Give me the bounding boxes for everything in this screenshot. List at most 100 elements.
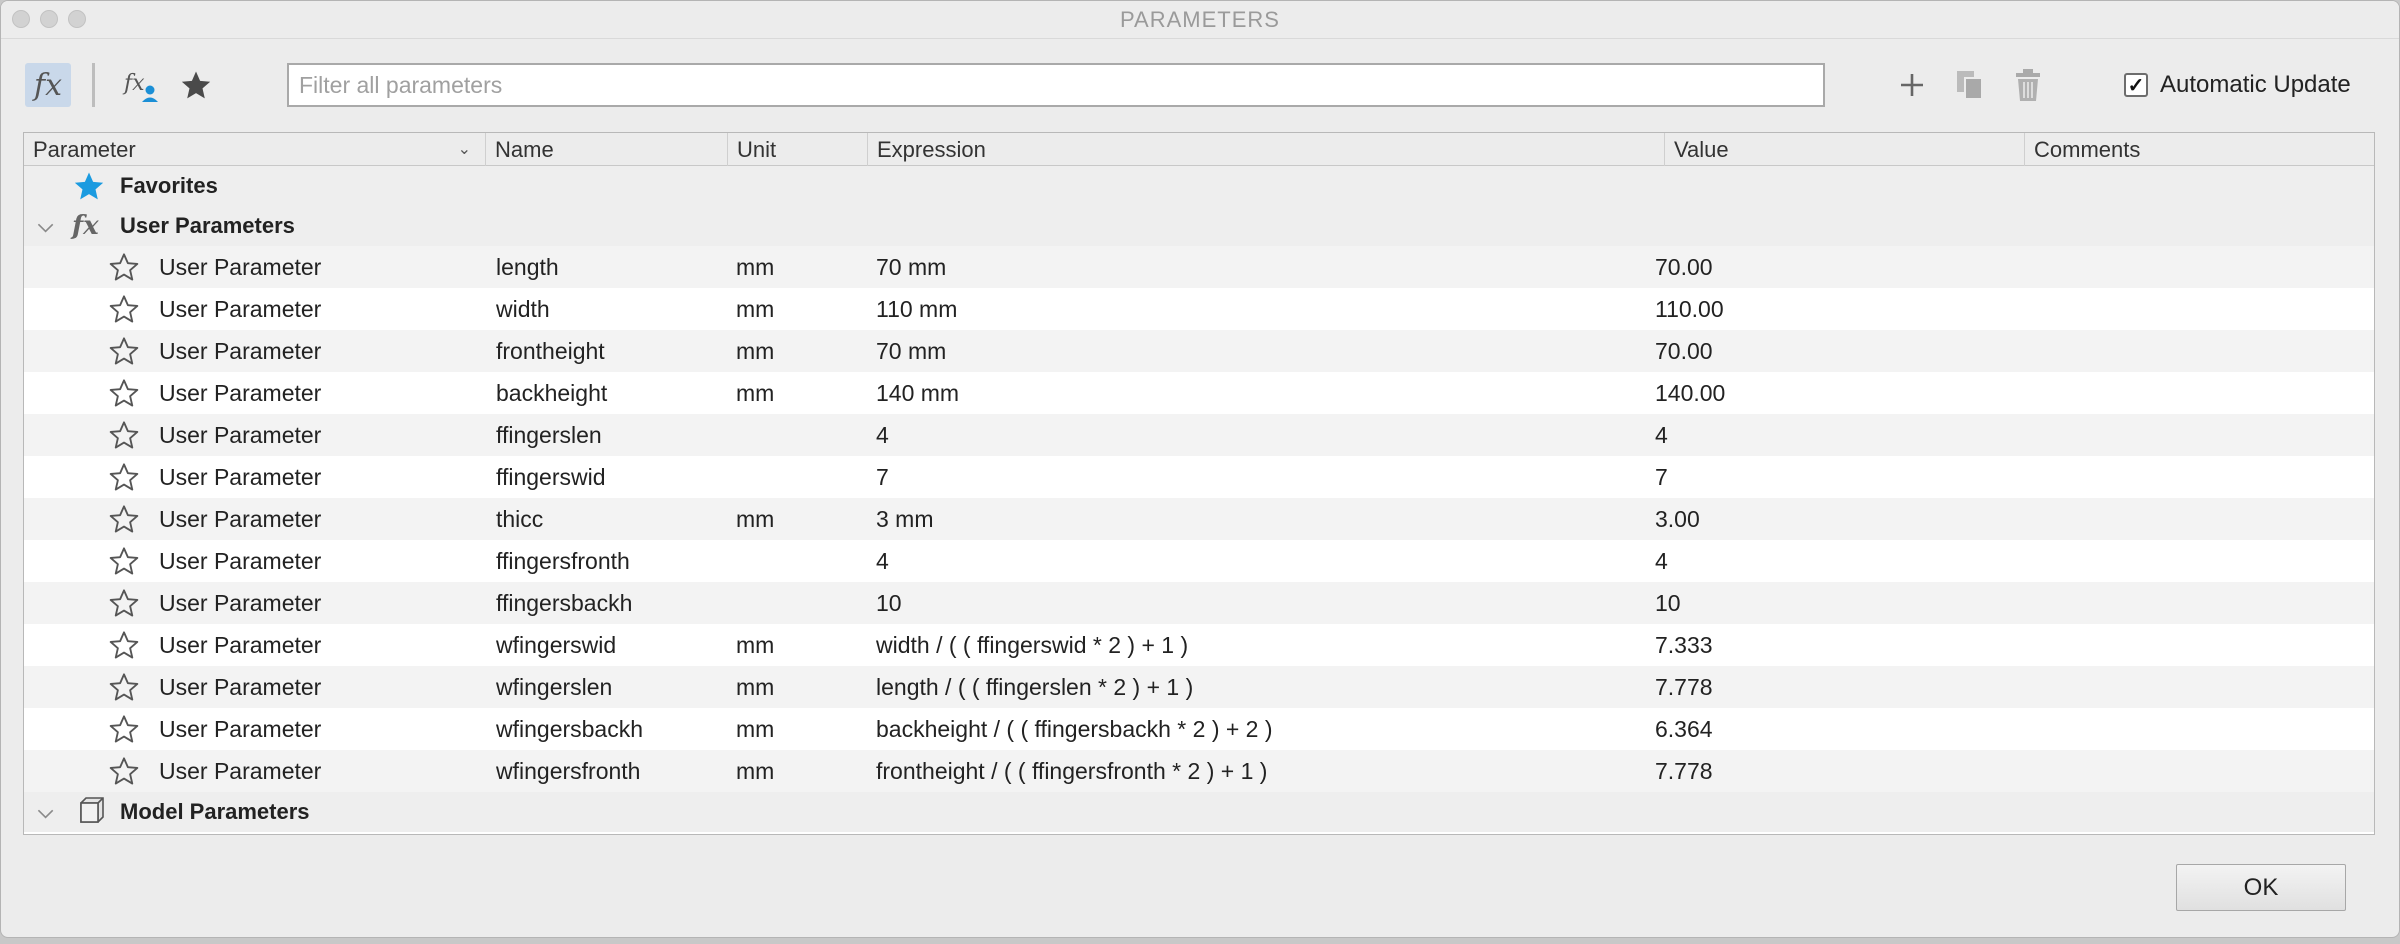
cell-name[interactable]: backheight: [496, 372, 607, 414]
cell-value: 4: [1655, 421, 1668, 448]
table-row[interactable]: User Parameter wfingersbackh mm backheight …: [24, 708, 2374, 750]
cell-name[interactable]: wfingersfronth: [496, 750, 640, 792]
favorite-star-icon[interactable]: [108, 582, 140, 624]
favorite-star-icon[interactable]: [108, 288, 140, 330]
cell-name[interactable]: frontheight: [496, 330, 605, 372]
table-body: Favorites ⌵ fx User Parameters User Para…: [24, 166, 2374, 832]
column-header-comments[interactable]: Comments: [2025, 133, 2374, 166]
cell-expression[interactable]: 70 mm: [876, 330, 946, 372]
cell-expression[interactable]: 4: [876, 414, 889, 456]
fx-icon: fx: [72, 211, 99, 241]
column-header-expression[interactable]: Expression: [868, 133, 1665, 166]
favorite-star-icon[interactable]: [108, 666, 140, 708]
cell-expression[interactable]: length / ( ( ffingerslen * 2 ) + 1 ): [876, 666, 1193, 708]
table-row[interactable]: User Parameter wfingerswid mm width / ( ( f…: [24, 624, 2374, 666]
table-row[interactable]: User Parameter thicc mm 3 mm 3.00: [24, 498, 2374, 540]
table-row[interactable]: User Parameter length mm 70 mm 70.00: [24, 246, 2374, 288]
cell-name[interactable]: ffingersfronth: [496, 540, 630, 582]
cell-value: 3.00: [1655, 505, 1700, 532]
cell-value: 7.778: [1655, 757, 1713, 784]
window-title: PARAMETERS: [1120, 7, 1280, 32]
cell-value: 10: [1655, 589, 1681, 616]
cell-expression[interactable]: backheight / ( ( ffingersbackh * 2 ) + 2…: [876, 708, 1273, 750]
cell-value: 140.00: [1655, 379, 1726, 406]
trash-icon[interactable]: [2008, 63, 2048, 107]
favorites-star-icon: [72, 166, 106, 206]
favorite-star-icon[interactable]: [108, 456, 140, 498]
cell-parameter: User Parameter: [159, 253, 322, 280]
table-row[interactable]: User Parameter ffingerswid 7 7: [24, 456, 2374, 498]
favorite-star-icon[interactable]: [108, 246, 140, 288]
column-header-name[interactable]: Name: [486, 133, 728, 166]
table-row[interactable]: User Parameter wfingerslen mm length / ( ( …: [24, 666, 2374, 708]
automatic-update-checkbox[interactable]: ✓: [2124, 73, 2148, 97]
cell-expression[interactable]: 10: [876, 582, 902, 624]
automatic-update-label: Automatic Update: [2160, 71, 2351, 98]
favorite-star-icon[interactable]: [108, 372, 140, 414]
model-cube-icon: [72, 792, 106, 832]
automatic-update-toggle[interactable]: ✓ Automatic Update: [2124, 71, 2351, 99]
column-header-label: Parameter: [33, 137, 136, 162]
table-row[interactable]: User Parameter width mm 110 mm 110.00: [24, 288, 2374, 330]
table-row[interactable]: User Parameter ffingerslen 4 4: [24, 414, 2374, 456]
cell-name[interactable]: ffingerslen: [496, 414, 602, 456]
search-input[interactable]: [287, 63, 1825, 107]
cell-expression[interactable]: 110 mm: [876, 288, 957, 330]
group-label: Favorites: [120, 173, 218, 198]
table-row[interactable]: User Parameter backheight mm 140 mm 140.00: [24, 372, 2374, 414]
cell-name[interactable]: wfingerslen: [496, 666, 612, 708]
chevron-down-icon[interactable]: ⌵: [38, 792, 53, 832]
cell-name[interactable]: wfingerswid: [496, 624, 616, 666]
chevron-down-icon[interactable]: ⌵: [38, 206, 53, 246]
column-header-unit[interactable]: Unit: [728, 133, 868, 166]
cell-expression[interactable]: 7: [876, 456, 889, 498]
cell-name[interactable]: ffingersbackh: [496, 582, 632, 624]
cell-parameter: User Parameter: [159, 757, 322, 784]
favorite-star-icon[interactable]: [108, 624, 140, 666]
table-row[interactable]: User Parameter frontheight mm 70 mm 70.00: [24, 330, 2374, 372]
table-row[interactable]: User Parameter ffingersfronth 4 4: [24, 540, 2374, 582]
cell-expression[interactable]: width / ( ( ffingerswid * 2 ) + 1 ): [876, 624, 1188, 666]
cell-name[interactable]: thicc: [496, 498, 543, 540]
user-fx-icon[interactable]: fx: [119, 63, 165, 107]
cell-unit: mm: [736, 253, 775, 280]
table-row[interactable]: User Parameter ffingersbackh 10 10: [24, 582, 2374, 624]
favorite-star-icon[interactable]: [108, 540, 140, 582]
cell-value: 7: [1655, 463, 1668, 490]
parameters-dialog: PARAMETERS fx fx ✓ Automatic Update Para…: [0, 0, 2400, 938]
cell-unit: mm: [736, 715, 775, 742]
group-row-user-parameters[interactable]: ⌵ fx User Parameters: [24, 206, 2374, 246]
table-row[interactable]: User Parameter wfingersfronth mm frontheigh…: [24, 750, 2374, 792]
cell-expression[interactable]: frontheight / ( ( ffingersfronth * 2 ) +…: [876, 750, 1267, 792]
favorite-star-icon[interactable]: [108, 414, 140, 456]
group-row-favorites[interactable]: Favorites: [24, 166, 2374, 206]
cell-expression[interactable]: 70 mm: [876, 246, 946, 288]
favorite-star-icon[interactable]: [108, 330, 140, 372]
cell-name[interactable]: length: [496, 246, 559, 288]
cell-name[interactable]: width: [496, 288, 550, 330]
group-row-model-parameters[interactable]: ⌵ Model Parameters: [24, 792, 2374, 832]
cell-expression[interactable]: 3 mm: [876, 498, 934, 540]
plus-icon[interactable]: [1892, 63, 1932, 107]
cell-name[interactable]: ffingerswid: [496, 456, 606, 498]
cell-expression[interactable]: 140 mm: [876, 372, 959, 414]
column-header-value[interactable]: Value: [1665, 133, 2025, 166]
cell-value: 7.778: [1655, 673, 1713, 700]
favorite-star-icon[interactable]: [108, 750, 140, 792]
copy-icon[interactable]: [1950, 63, 1990, 107]
title-bar: PARAMETERS: [1, 1, 2399, 39]
cell-parameter: User Parameter: [159, 547, 322, 574]
cell-name[interactable]: wfingersbackh: [496, 708, 643, 750]
favorite-star-icon[interactable]: [108, 498, 140, 540]
fx-icon[interactable]: fx: [25, 63, 71, 107]
column-header-parameter[interactable]: Parameter ⌄: [24, 133, 486, 166]
cell-value: 110.00: [1655, 295, 1724, 322]
star-icon[interactable]: [173, 63, 219, 107]
ok-button[interactable]: OK: [2176, 864, 2346, 911]
sort-chevron-icon[interactable]: ⌄: [458, 133, 471, 166]
favorite-star-icon[interactable]: [108, 708, 140, 750]
cell-value: 4: [1655, 547, 1668, 574]
cell-parameter: User Parameter: [159, 421, 322, 448]
cell-parameter: User Parameter: [159, 505, 322, 532]
cell-expression[interactable]: 4: [876, 540, 889, 582]
